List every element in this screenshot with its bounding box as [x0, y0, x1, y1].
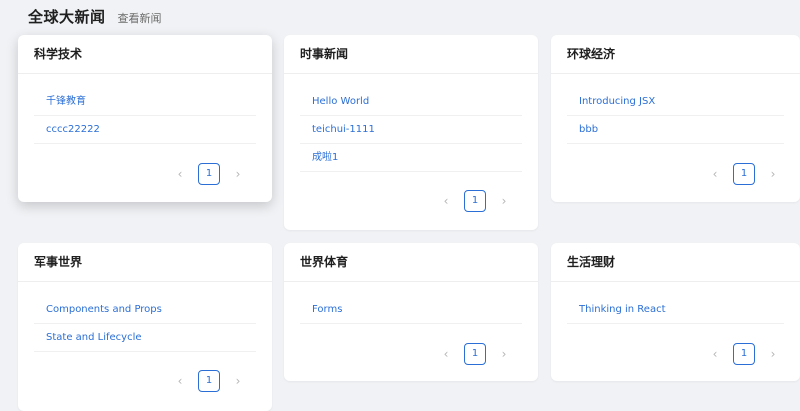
page-button-1[interactable]: 1 — [198, 370, 220, 392]
news-card-military: 军事世界 Components and Props State and Life… — [18, 243, 272, 411]
news-card-current-affairs: 时事新闻 Hello World teichui-1111 成啦1 ‹ 1 › — [284, 35, 538, 230]
chevron-right-icon[interactable]: › — [230, 374, 246, 388]
news-item[interactable]: Forms — [300, 296, 522, 324]
pagination: ‹ 1 › — [438, 343, 512, 365]
chevron-right-icon[interactable]: › — [496, 347, 512, 361]
news-item[interactable]: State and Lifecycle — [34, 324, 256, 352]
pagination: ‹ 1 › — [438, 190, 512, 212]
pagination: ‹ 1 › — [707, 343, 781, 365]
chevron-right-icon[interactable]: › — [496, 194, 512, 208]
news-list: Introducing JSX bbb — [567, 88, 784, 144]
news-item[interactable]: Hello World — [300, 88, 522, 116]
page-button-1[interactable]: 1 — [464, 343, 486, 365]
news-list: Thinking in React — [567, 296, 784, 324]
news-item[interactable]: Introducing JSX — [567, 88, 784, 116]
news-card-world-sports: 世界体育 Forms ‹ 1 › — [284, 243, 538, 381]
news-item[interactable]: Components and Props — [34, 296, 256, 324]
news-card-global-economy: 环球经济 Introducing JSX bbb ‹ 1 › — [551, 35, 800, 202]
news-list: Components and Props State and Lifecycle — [34, 296, 256, 352]
card-title: 生活理财 — [551, 243, 800, 282]
chevron-left-icon[interactable]: ‹ — [172, 374, 188, 388]
chevron-left-icon[interactable]: ‹ — [438, 347, 454, 361]
page-button-1[interactable]: 1 — [198, 163, 220, 185]
card-title: 时事新闻 — [284, 35, 538, 74]
news-card-life-finance: 生活理财 Thinking in React ‹ 1 › — [551, 243, 800, 381]
chevron-right-icon[interactable]: › — [765, 167, 781, 181]
news-list: 千锋教育 cccc22222 — [34, 88, 256, 144]
page-header: 全球大新闻 查看新闻 — [28, 6, 162, 28]
page-button-1[interactable]: 1 — [733, 163, 755, 185]
pagination: ‹ 1 › — [172, 163, 246, 185]
chevron-right-icon[interactable]: › — [765, 347, 781, 361]
news-item[interactable]: bbb — [567, 116, 784, 144]
chevron-left-icon[interactable]: ‹ — [438, 194, 454, 208]
card-title: 科学技术 — [18, 35, 272, 74]
chevron-right-icon[interactable]: › — [230, 167, 246, 181]
card-title: 世界体育 — [284, 243, 538, 282]
news-card-science-tech: 科学技术 千锋教育 cccc22222 ‹ 1 › — [18, 35, 272, 202]
page-button-1[interactable]: 1 — [733, 343, 755, 365]
news-item[interactable]: teichui-1111 — [300, 116, 522, 144]
chevron-left-icon[interactable]: ‹ — [707, 347, 723, 361]
news-item[interactable]: cccc22222 — [34, 116, 256, 144]
news-item[interactable]: 千锋教育 — [34, 88, 256, 116]
news-item[interactable]: 成啦1 — [300, 144, 522, 172]
chevron-left-icon[interactable]: ‹ — [172, 167, 188, 181]
page-title: 全球大新闻 — [28, 8, 106, 26]
card-title: 军事世界 — [18, 243, 272, 282]
page-button-1[interactable]: 1 — [464, 190, 486, 212]
chevron-left-icon[interactable]: ‹ — [707, 167, 723, 181]
page-subtitle: 查看新闻 — [117, 12, 162, 25]
news-item[interactable]: Thinking in React — [567, 296, 784, 324]
news-list: Forms — [300, 296, 522, 324]
news-list: Hello World teichui-1111 成啦1 — [300, 88, 522, 172]
pagination: ‹ 1 › — [172, 370, 246, 392]
card-title: 环球经济 — [551, 35, 800, 74]
pagination: ‹ 1 › — [707, 163, 781, 185]
